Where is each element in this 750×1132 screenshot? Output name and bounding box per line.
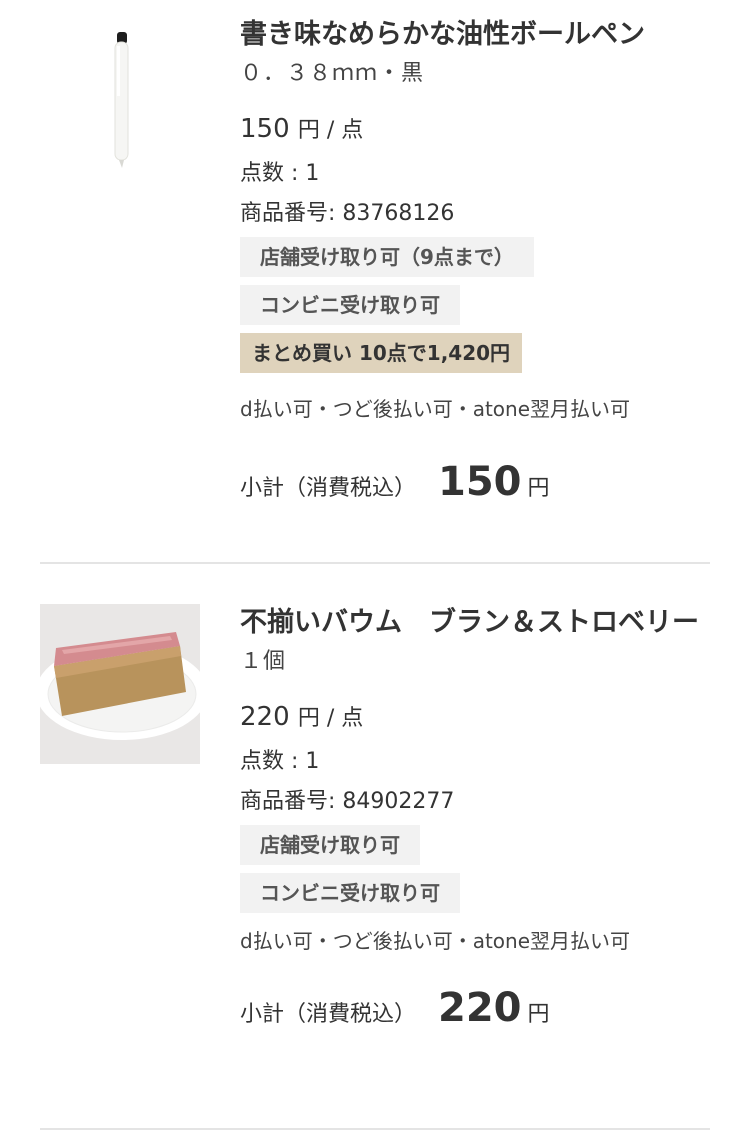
convenience-store-pickup-badge: コンビニ受け取り可	[240, 285, 460, 325]
subtotal-currency: 円	[527, 476, 550, 501]
item-divider	[40, 1128, 710, 1130]
store-pickup-badge: 店舗受け取り可（9点まで）	[240, 237, 534, 277]
cart-item-baumkuchen: 不揃いバウム ブラン＆ストロベリー １個 220 円 / 点 点数 : 1 商品…	[0, 562, 750, 1130]
unit-price-suffix: 円 / 点	[297, 706, 364, 731]
quantity-label: 点数 : 1	[240, 161, 320, 186]
unit-price-suffix: 円 / 点	[297, 118, 364, 143]
product-variant: １個	[240, 649, 287, 674]
ballpoint-pen-product-image[interactable]	[40, 16, 200, 176]
payment-options: d払い可・つど後払い可・atone翌月払い可	[240, 929, 631, 953]
subtotal: 小計（消費税込） 220 円	[240, 985, 710, 1031]
product-code: 商品番号: 83768126	[240, 201, 455, 226]
item-details: 不揃いバウム ブラン＆ストロベリー １個 220 円 / 点 点数 : 1 商品…	[240, 602, 710, 1031]
quantity-label: 点数 : 1	[240, 749, 320, 774]
subtotal-label: 小計（消費税込）	[240, 1002, 417, 1027]
payment-options: d払い可・つど後払い可・atone翌月払い可	[240, 397, 631, 421]
subtotal-amount: 220	[438, 985, 522, 1031]
unit-price-value: 220	[240, 702, 290, 732]
unit-price: 220 円 / 点	[240, 699, 710, 737]
subtotal-label: 小計（消費税込）	[240, 476, 417, 501]
cart-item-ballpoint-pen: 書き味なめらかな油性ボールペン ０．３８ｍｍ・黒 150 円 / 点 点数 : …	[0, 0, 750, 562]
unit-price: 150 円 / 点	[240, 111, 710, 149]
store-pickup-badge: 店舗受け取り可	[240, 825, 420, 865]
item-details: 書き味なめらかな油性ボールペン ０．３８ｍｍ・黒 150 円 / 点 点数 : …	[240, 14, 710, 505]
product-code: 商品番号: 84902277	[240, 789, 455, 814]
product-title[interactable]: 不揃いバウム ブラン＆ストロベリー	[240, 602, 710, 643]
product-title[interactable]: 書き味なめらかな油性ボールペン	[240, 14, 710, 55]
subtotal: 小計（消費税込） 150 円	[240, 459, 710, 505]
baumkuchen-product-image[interactable]	[40, 604, 200, 764]
convenience-store-pickup-badge: コンビニ受け取り可	[240, 873, 460, 913]
subtotal-amount: 150	[438, 459, 522, 505]
subtotal-currency: 円	[527, 1002, 550, 1027]
unit-price-value: 150	[240, 114, 290, 144]
product-variant: ０．３８ｍｍ・黒	[240, 61, 425, 86]
bulk-buy-promo-badge[interactable]: まとめ買い 10点で1,420円	[240, 333, 523, 373]
